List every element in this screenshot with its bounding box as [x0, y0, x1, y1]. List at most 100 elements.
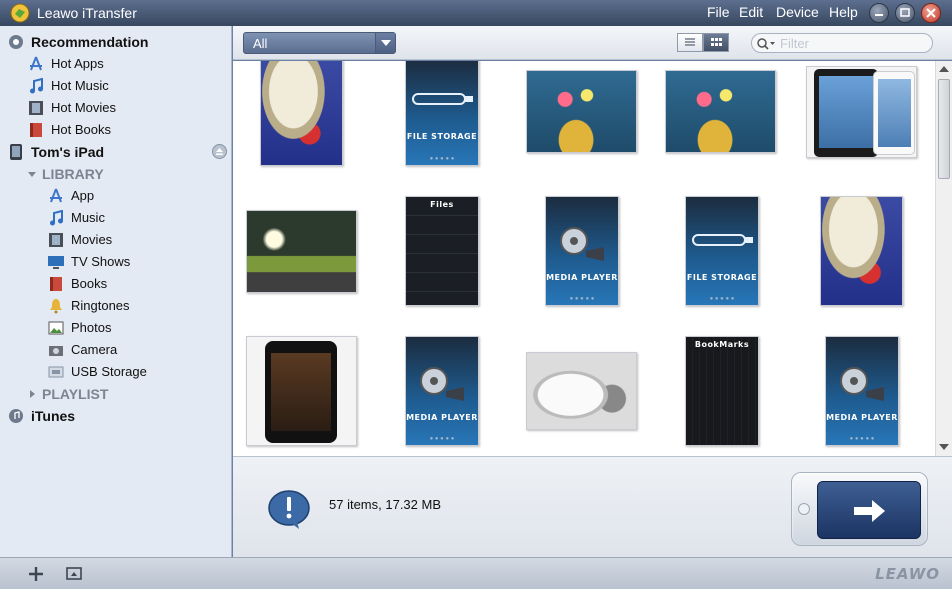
menu-device[interactable]: Device [776, 4, 819, 20]
thumbnail-caption: Files [430, 200, 454, 209]
transfer-button[interactable] [817, 481, 921, 539]
scrollbar-thumb[interactable] [938, 79, 950, 179]
brand-logo: LEAWO [875, 565, 940, 583]
arrow-right-icon [854, 500, 885, 522]
scroll-down-arrow-icon[interactable] [939, 444, 949, 450]
list-view-button[interactable] [677, 33, 703, 52]
close-icon [926, 8, 936, 18]
page-dots: ● ● ● ● ● [429, 156, 455, 162]
scroll-up-arrow-icon[interactable] [939, 66, 949, 72]
playlist-label: PLAYLIST [42, 386, 109, 402]
photo-thumbnail[interactable] [820, 196, 903, 306]
sidebar-item-label: Ringtones [71, 298, 130, 313]
eject-icon[interactable] [212, 144, 227, 159]
thumbnail-caption: BookMarks [694, 340, 750, 349]
usb-drive-icon [412, 93, 473, 105]
info-bubble-icon [268, 490, 310, 529]
book-icon [30, 123, 42, 137]
expanded-arrow-icon [28, 172, 36, 177]
sidebar-device[interactable]: Tom's iPad [8, 141, 230, 163]
app-store-icon [30, 56, 42, 71]
usb-drive-icon [692, 234, 753, 246]
tv-icon [48, 256, 64, 269]
search-icon[interactable] [756, 37, 776, 51]
sidebar-item-label: Movies [71, 232, 113, 247]
dropdown-button[interactable] [375, 33, 395, 53]
media-reel-icon [840, 367, 884, 401]
category-select[interactable]: All [243, 32, 396, 54]
photo-thumbnail[interactable]: FILE STORAGE ● ● ● ● ● [685, 196, 759, 306]
menu-file[interactable]: File [707, 4, 730, 20]
photo-thumbnail[interactable] [260, 61, 343, 166]
sidebar-item-label: Hot Books [51, 122, 111, 137]
book-icon [50, 277, 62, 291]
collapsed-arrow-icon [30, 390, 35, 398]
sidebar-item-label: Camera [71, 342, 118, 357]
photo-thumbnail[interactable]: MEDIA PLAYER ● ● ● ● ● [405, 336, 479, 446]
itunes-icon [9, 409, 23, 423]
sidebar-item-label: Photos [71, 320, 112, 335]
sidebar-item-label: Hot Movies [51, 100, 117, 115]
items-summary: 57 items, 17.32 MB [329, 497, 441, 512]
music-note-icon [30, 78, 43, 94]
app-title: Leawo iTransfer [37, 5, 137, 21]
bell-icon [50, 299, 62, 314]
leawo-logo-icon [10, 3, 30, 23]
photo-icon [48, 321, 64, 335]
film-icon [49, 233, 63, 247]
search-input[interactable] [780, 35, 928, 51]
sidebar-item-label: Music [71, 210, 105, 225]
photo-thumbnail[interactable]: Files [405, 196, 479, 306]
sidebar-item-label: App [71, 188, 95, 203]
ipad-icon [10, 144, 22, 160]
page-dots: ● ● ● ● ● [849, 436, 875, 442]
media-reel-icon [420, 367, 464, 401]
maximize-button[interactable] [895, 3, 915, 23]
minimize-icon [875, 14, 883, 16]
photo-thumbnail[interactable]: BookMarks [685, 336, 759, 446]
title-bar: Leawo iTransfer File Edit Device Help [0, 0, 952, 26]
minimize-button[interactable] [869, 3, 889, 23]
photo-thumbnail[interactable]: MEDIA PLAYER ● ● ● ● ● [825, 336, 899, 446]
chevron-down-icon [381, 40, 391, 46]
photo-thumbnail[interactable] [665, 70, 776, 153]
film-icon [29, 101, 43, 115]
photo-thumbnail[interactable] [806, 66, 917, 158]
library-label: LIBRARY [42, 166, 104, 182]
add-icon[interactable] [26, 564, 46, 584]
recommendation-icon [9, 35, 23, 49]
kindle-fire-image [265, 341, 337, 443]
music-note-icon [50, 210, 63, 226]
menu-help[interactable]: Help [829, 4, 858, 20]
device-name: Tom's iPad [31, 144, 105, 160]
sidebar-item-label: TV Shows [71, 254, 131, 269]
toolbar: All [233, 26, 952, 60]
grid-view-icon [711, 38, 722, 46]
ipad-black-image [814, 69, 878, 157]
photo-thumbnail[interactable] [246, 210, 357, 293]
sidebar-item-label: USB Storage [71, 364, 147, 379]
maximize-icon [900, 8, 910, 17]
grid-view-button[interactable] [703, 33, 729, 52]
screen-toggle-icon[interactable] [64, 564, 84, 584]
photo-thumbnail[interactable] [246, 336, 357, 446]
photo-thumbnail[interactable] [526, 70, 637, 153]
page-dots: ● ● ● ● ● [709, 296, 735, 302]
sidebar: Recommendation Hot Apps Hot Music Hot Mo… [0, 26, 232, 557]
photo-thumbnail[interactable] [526, 352, 637, 430]
menu-edit[interactable]: Edit [739, 4, 763, 20]
photo-thumbnail[interactable]: MEDIA PLAYER ● ● ● ● ● [545, 196, 619, 306]
sidebar-item-label: Books [71, 276, 108, 291]
photo-thumbnail[interactable]: FILE STORAGE ● ● ● ● ● [405, 61, 479, 166]
camera-icon [49, 346, 63, 356]
list-view-icon [685, 38, 695, 46]
close-button[interactable] [921, 3, 941, 23]
sidebar-item-label: Hot Apps [51, 56, 104, 71]
thumbnail-caption: MEDIA PLAYER [826, 413, 898, 422]
vertical-scrollbar[interactable] [935, 61, 952, 456]
media-reel-icon [560, 227, 604, 261]
search-box [751, 33, 933, 53]
sidebar-item-label: Hot Music [51, 78, 109, 93]
thumbnail-grid[interactable]: FILE STORAGE ● ● ● ● ● Files MEDIA PLAYE… [233, 61, 935, 456]
sidebar-recommendation-label: Recommendation [31, 34, 149, 50]
